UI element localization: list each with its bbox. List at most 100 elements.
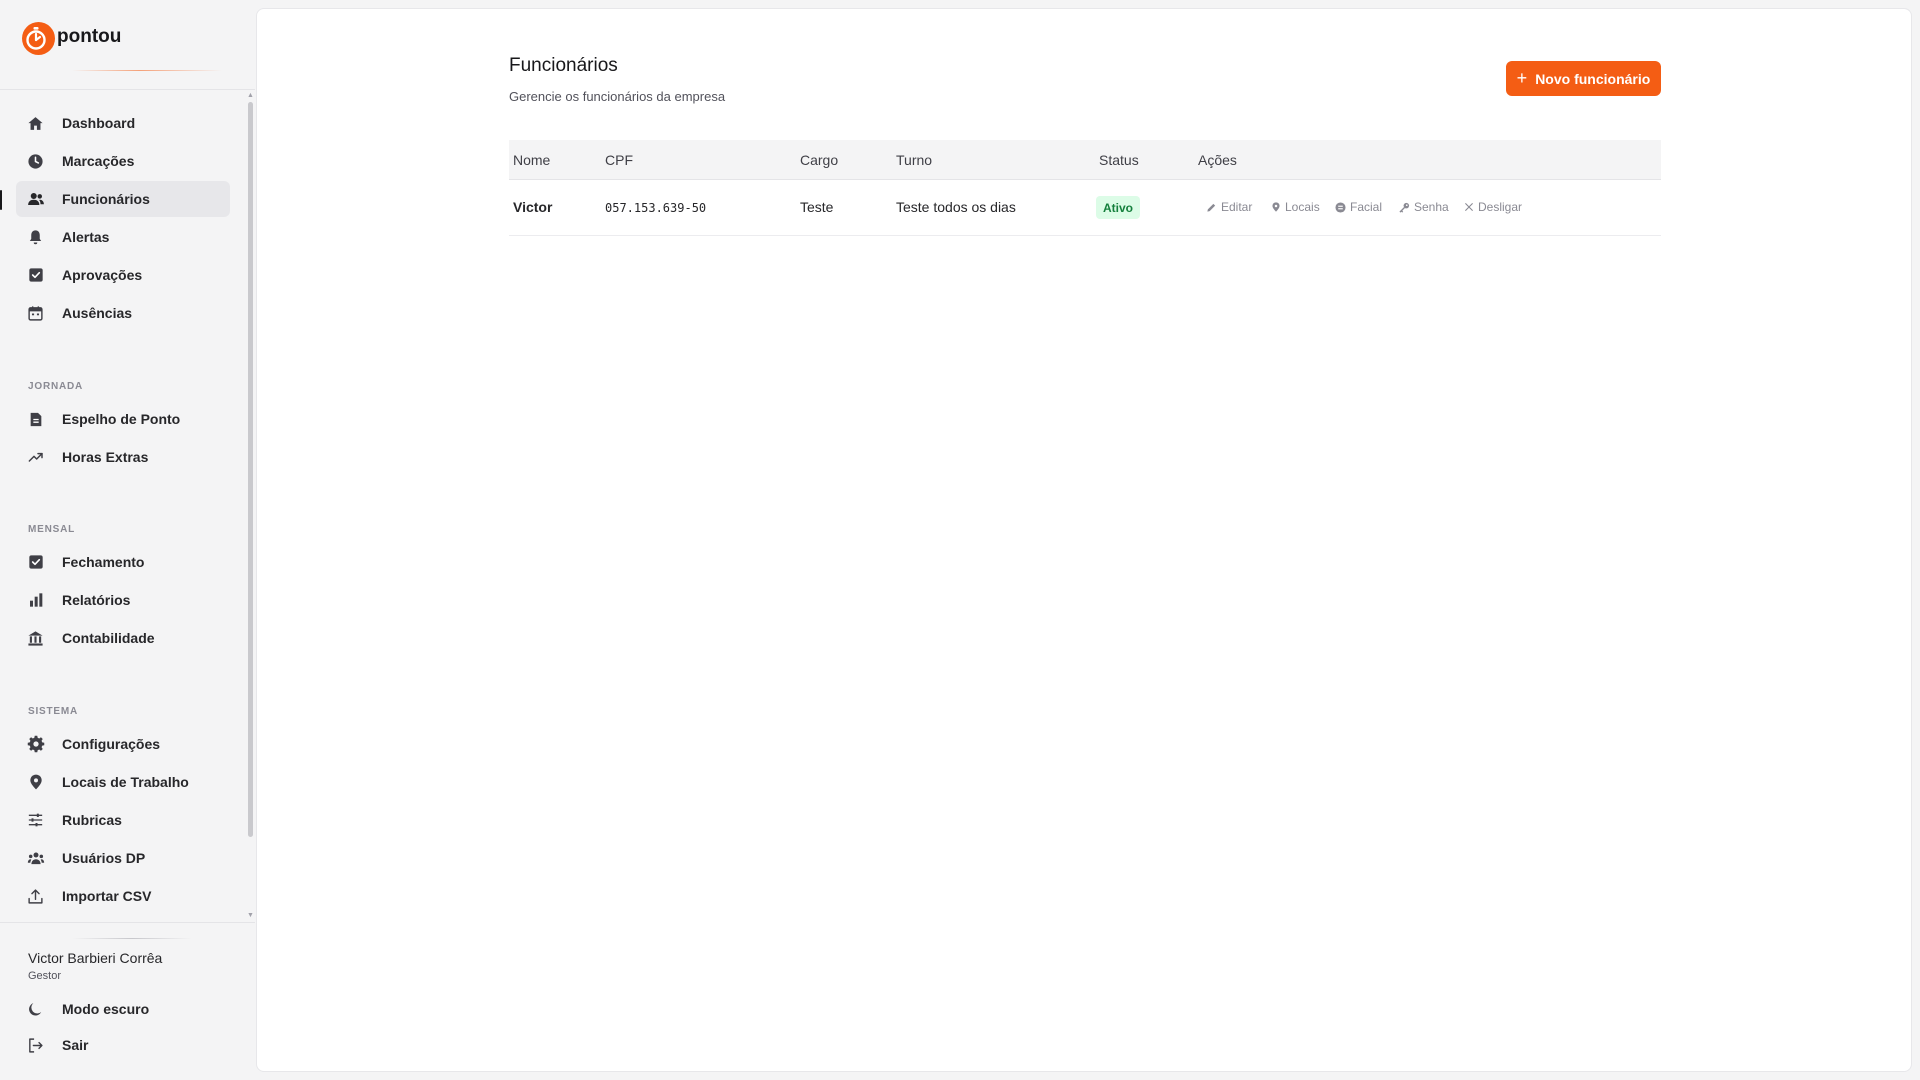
sidebar-item-label: Relatórios	[62, 592, 131, 608]
home-icon	[26, 114, 45, 133]
trending-up-icon	[26, 448, 45, 467]
moon-icon	[26, 1000, 45, 1019]
scroll-down-arrow[interactable]: ▼	[247, 912, 254, 919]
sidebar-item-label: Ausências	[62, 305, 133, 321]
sidebar-item-rubricas[interactable]: Rubricas	[16, 802, 230, 838]
sidebar-item-usuarios-dp[interactable]: Usuários DP	[16, 840, 230, 876]
sidebar-item-funcionarios[interactable]: Funcionários	[16, 181, 230, 217]
edit-action[interactable]: Editar	[1206, 200, 1252, 214]
sidebar-item-label: Configurações	[62, 736, 161, 752]
check-square-icon	[26, 266, 45, 285]
map-pin-icon	[1272, 202, 1280, 212]
password-action-label: Senha	[1414, 200, 1449, 214]
section-label-sistema: SISTEMA	[28, 706, 79, 717]
dismiss-action[interactable]: Desligar	[1464, 200, 1522, 214]
sidebar-item-ausencias[interactable]: Ausências	[16, 295, 230, 331]
sidebar-item-label: Importar CSV	[62, 888, 152, 904]
new-employee-button[interactable]: + Novo funcionário	[1506, 61, 1661, 96]
sidebar-item-label: Espelho de Ponto	[62, 411, 181, 427]
bell-icon	[26, 228, 45, 247]
sidebar-item-marcacoes[interactable]: Marcações	[16, 143, 230, 179]
brand-name: pontou	[57, 25, 122, 47]
document-icon	[26, 410, 45, 429]
column-header-cargo[interactable]: Cargo	[800, 152, 838, 168]
pontou-logo-icon	[22, 22, 55, 55]
locations-action[interactable]: Locais	[1271, 200, 1320, 214]
password-action[interactable]: Senha	[1399, 200, 1449, 214]
users-icon	[26, 849, 45, 868]
sidebar-item-espelho-de-ponto[interactable]: Espelho de Ponto	[16, 401, 230, 437]
scroll-up-arrow[interactable]: ▲	[247, 92, 254, 99]
locations-action-label: Locais	[1285, 200, 1320, 214]
sidebar-item-label: Dashboard	[62, 115, 136, 131]
user-role: Gestor	[28, 970, 62, 982]
logo-divider	[72, 70, 222, 71]
sidebar-item-horas-extras[interactable]: Horas Extras	[16, 439, 230, 475]
dark-mode-label: Modo escuro	[62, 1001, 150, 1017]
users-icon	[26, 190, 45, 209]
sidebar-item-configuracoes[interactable]: Configurações	[16, 726, 230, 762]
sidebar-item-label: Aprovações	[62, 267, 143, 283]
sidebar-item-label: Fechamento	[62, 554, 145, 570]
sidebar-item-importar-csv[interactable]: Importar CSV	[16, 878, 230, 914]
sidebar-bottom-divider	[0, 922, 255, 923]
status-badge: Ativo	[1096, 196, 1140, 219]
sidebar-scrollbar-thumb[interactable]	[248, 102, 253, 837]
sidebar-item-label: Rubricas	[62, 812, 122, 828]
employee-name: Victor	[513, 199, 553, 215]
close-icon	[1465, 203, 1473, 211]
calendar-icon	[26, 304, 45, 323]
sidebar-item-fechamento[interactable]: Fechamento	[16, 544, 230, 580]
column-header-nome[interactable]: Nome	[513, 152, 550, 168]
logout-button[interactable]: Sair	[16, 1030, 230, 1060]
user-name: Victor Barbieri Corrêa	[28, 950, 163, 966]
section-label-mensal: MENSAL	[28, 524, 76, 535]
face-icon	[1335, 201, 1346, 213]
clock-icon	[26, 152, 45, 171]
sidebar-item-locais-de-trabalho[interactable]: Locais de Trabalho	[16, 764, 230, 800]
gear-icon	[26, 735, 45, 754]
sidebar-item-label: Funcionários	[62, 191, 150, 207]
sliders-icon	[26, 811, 45, 830]
sidebar-item-label: Usuários DP	[62, 850, 146, 866]
page-subtitle: Gerencie os funcionários da empresa	[509, 89, 726, 104]
sidebar: pontou Dashboard Marcações Funcionários	[0, 0, 255, 1080]
sidebar-item-label: Alertas	[62, 229, 110, 245]
map-pin-icon	[26, 773, 45, 792]
upload-icon	[26, 887, 45, 906]
pencil-icon	[1207, 203, 1216, 212]
table-header: Nome CPF Cargo Turno Status Ações	[509, 140, 1661, 180]
plus-icon: +	[1516, 67, 1528, 88]
sidebar-item-contabilidade[interactable]: Contabilidade	[16, 620, 230, 656]
sidebar-item-label: Contabilidade	[62, 630, 155, 646]
column-header-status[interactable]: Status	[1099, 152, 1139, 168]
sidebar-item-alertas[interactable]: Alertas	[16, 219, 230, 255]
employee-turno: Teste todos os dias	[896, 199, 1016, 215]
employee-cpf: 057.153.639-50	[605, 201, 707, 215]
active-indicator	[0, 190, 2, 210]
sidebar-item-relatorios[interactable]: Relatórios	[16, 582, 230, 618]
page-title: Funcionários	[509, 55, 618, 76]
key-icon	[1399, 202, 1410, 213]
employee-cargo: Teste	[800, 199, 834, 215]
facial-action[interactable]: Facial	[1335, 200, 1382, 214]
sidebar-item-aprovacoes[interactable]: Aprovações	[16, 257, 230, 293]
dark-mode-toggle[interactable]: Modo escuro	[16, 994, 230, 1024]
dismiss-action-label: Desligar	[1478, 200, 1523, 214]
sidebar-item-label: Locais de Trabalho	[62, 774, 189, 790]
column-header-turno[interactable]: Turno	[896, 152, 932, 168]
bar-chart-icon	[26, 591, 45, 610]
brand-logo[interactable]: pontou	[22, 22, 121, 55]
employees-table: Nome CPF Cargo Turno Status Ações Victor…	[509, 140, 1661, 236]
sidebar-item-dashboard[interactable]: Dashboard	[16, 105, 230, 141]
section-label-jornada: JORNADA	[28, 381, 84, 392]
check-square-icon	[26, 553, 45, 572]
sidebar-item-label: Marcações	[62, 153, 135, 169]
sidebar-top-divider	[0, 89, 255, 90]
sidebar-nav: Dashboard Marcações Funcionários Alertas	[0, 92, 255, 917]
new-employee-label: Novo funcionário	[1535, 70, 1651, 87]
edit-action-label: Editar	[1221, 200, 1253, 214]
logout-icon	[26, 1036, 45, 1055]
user-divider	[72, 938, 192, 939]
column-header-cpf[interactable]: CPF	[605, 152, 633, 168]
